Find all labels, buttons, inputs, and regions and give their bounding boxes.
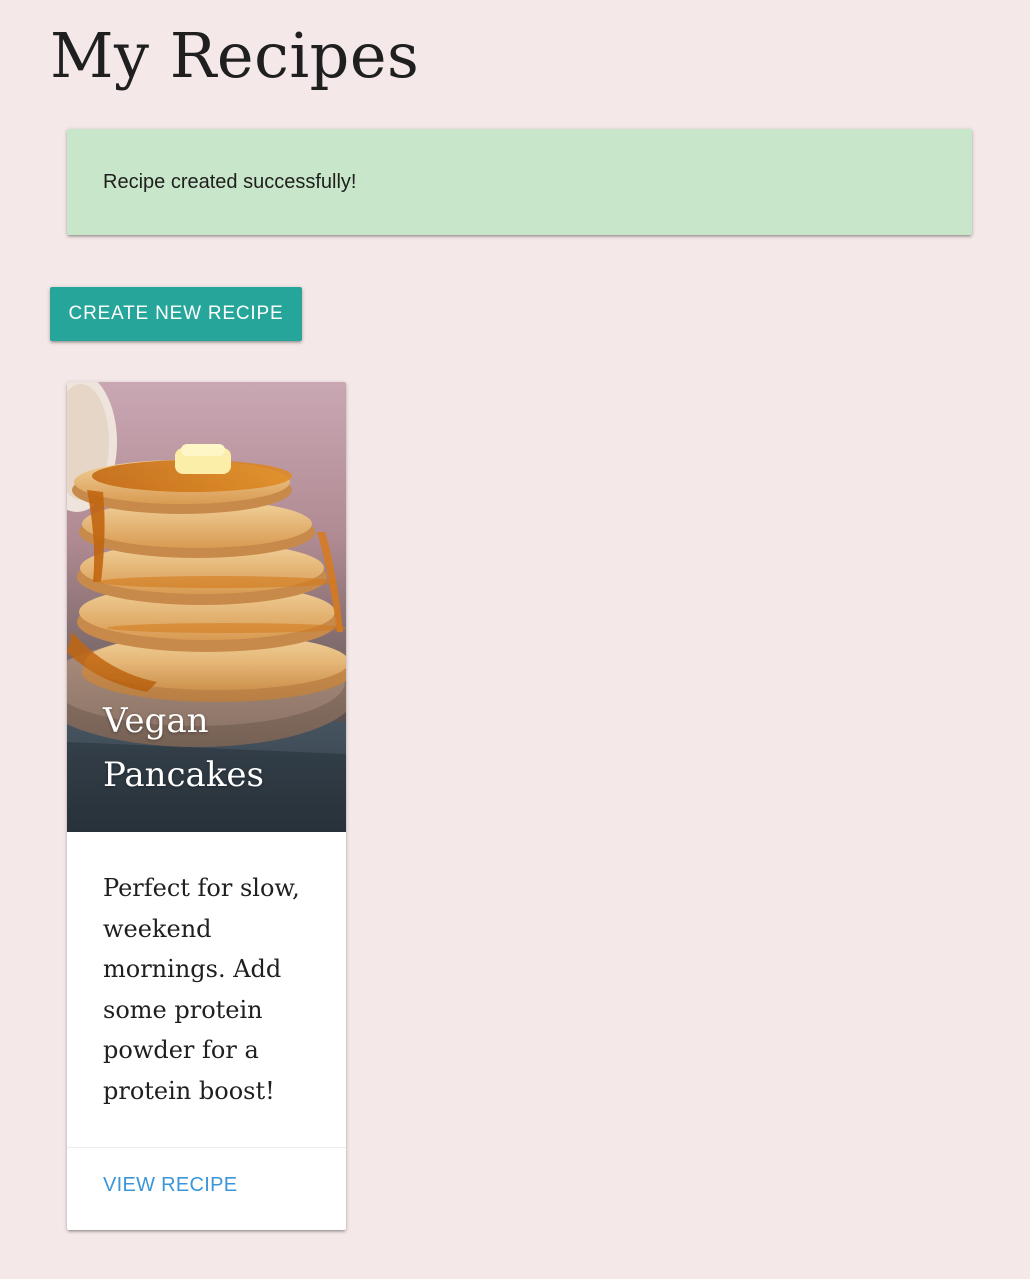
- create-new-recipe-button[interactable]: CREATE NEW RECIPE: [50, 287, 302, 341]
- card-divider: [67, 1147, 346, 1148]
- recipe-description: Perfect for slow, weekend mornings. Add …: [103, 874, 300, 1105]
- success-alert: Recipe created successfully!: [67, 129, 972, 235]
- view-recipe-link[interactable]: VIEW RECIPE: [103, 1174, 237, 1197]
- alert-message: Recipe created successfully!: [103, 170, 357, 193]
- page-title: My Recipes: [50, 19, 420, 92]
- recipe-title: Vegan Pancakes: [103, 701, 265, 795]
- recipe-card: Vegan Pancakes Perfect for slow, weekend…: [67, 382, 346, 1230]
